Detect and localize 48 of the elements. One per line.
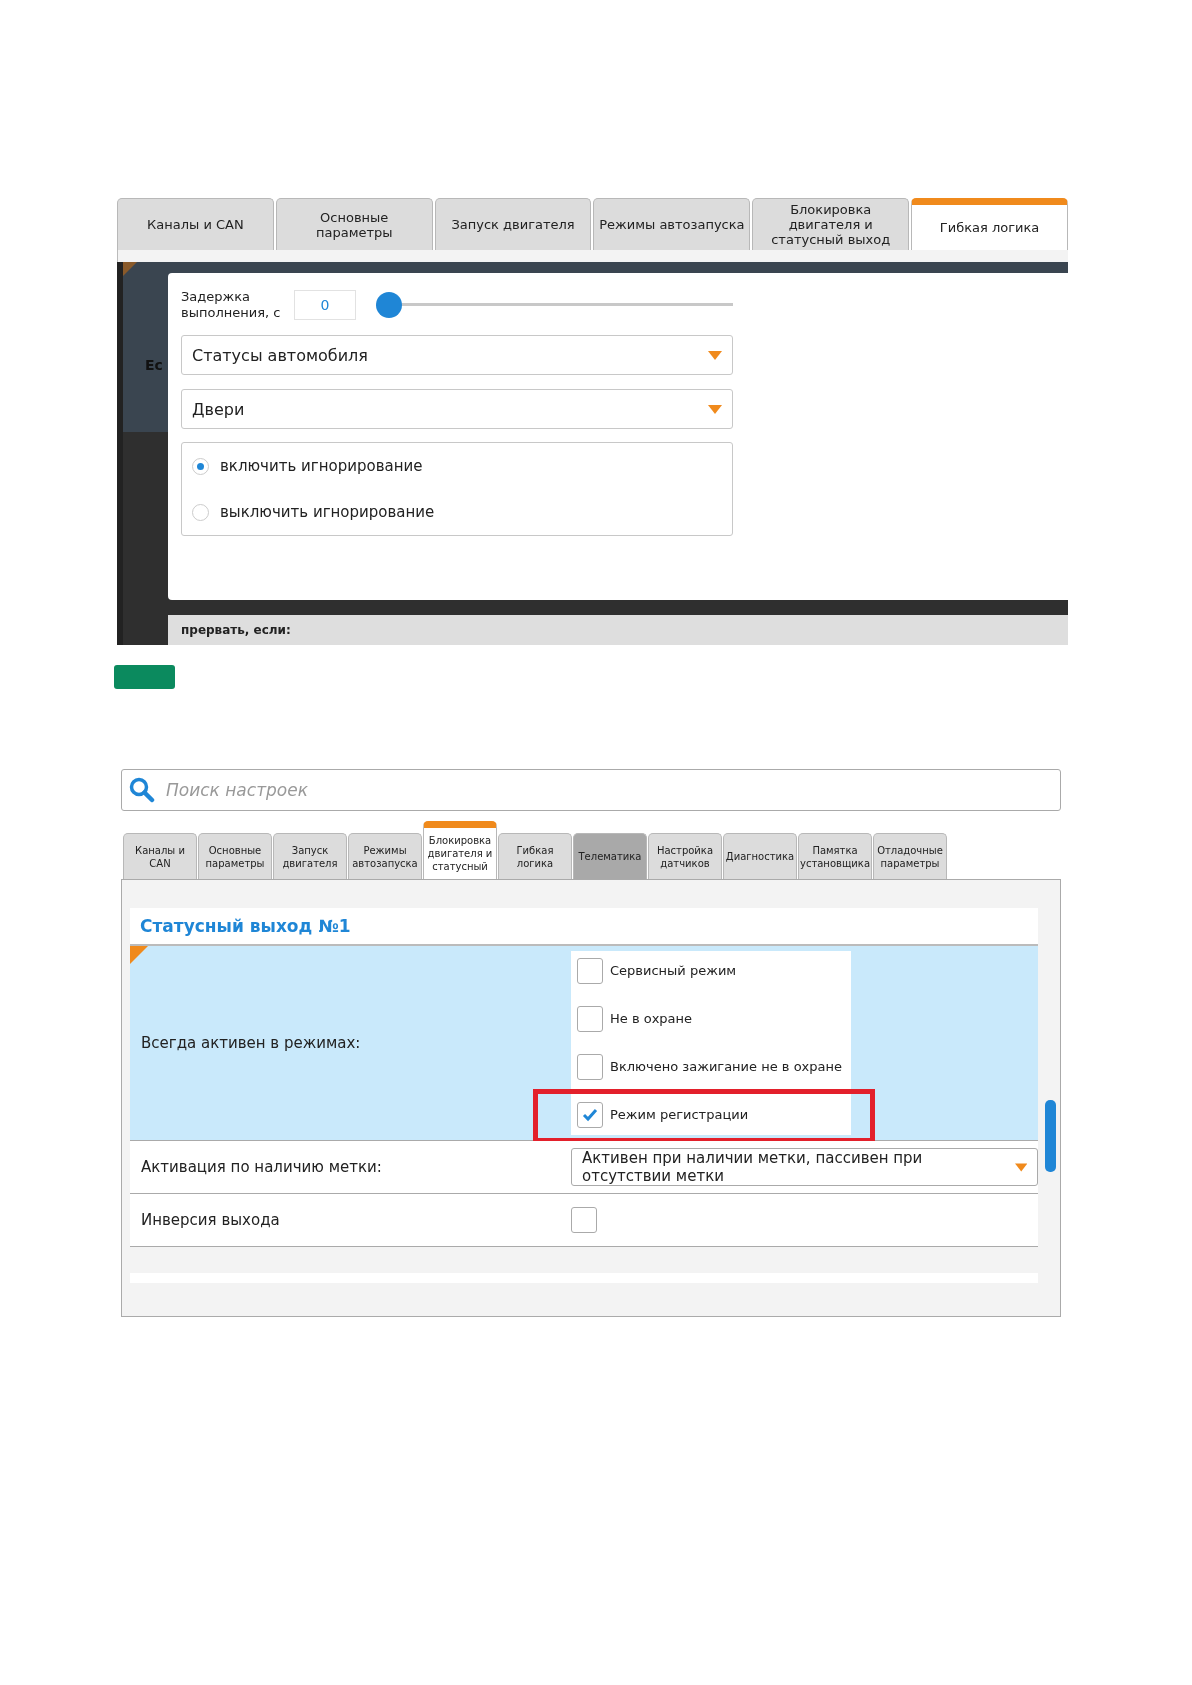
setting-label: Активация по наличию метки:: [140, 1158, 383, 1176]
caret-icon: [708, 350, 722, 360]
tab[interactable]: Гибкая логика: [911, 198, 1068, 250]
delay-label: Задержка выполнения, с: [181, 289, 282, 321]
caret-icon: [708, 404, 722, 414]
tab[interactable]: Гибкая логика: [498, 833, 572, 879]
tab[interactable]: Отладочные параметры: [873, 833, 947, 879]
tab[interactable]: Диагностика: [723, 833, 797, 879]
background-text: Ес: [145, 357, 163, 373]
radio-label[interactable]: включить игнорирование: [220, 457, 423, 475]
tab[interactable]: Блокировка двигателя и статусный: [423, 821, 497, 879]
checkbox-label[interactable]: Включено зажигание не в охране: [610, 1059, 842, 1075]
dropdown[interactable]: Двери: [181, 389, 733, 429]
checkbox[interactable]: [577, 1102, 603, 1128]
checkbox[interactable]: [577, 958, 603, 984]
slider-thumb[interactable]: [376, 292, 402, 318]
tab[interactable]: Каналы и CAN: [117, 198, 274, 250]
tab[interactable]: Основные параметры: [198, 833, 272, 879]
radio-label[interactable]: выключить игнорирование: [220, 503, 435, 521]
corner-marker: [123, 262, 137, 276]
caret-icon: [1014, 1162, 1027, 1172]
tab[interactable]: Основные параметры: [275, 198, 433, 250]
checkbox-label[interactable]: Режим регистрации: [610, 1107, 749, 1123]
tab[interactable]: Запуск двигателя: [273, 833, 347, 879]
setting-label: Всегда активен в режимах:: [140, 1034, 362, 1052]
search-icon: [129, 777, 155, 803]
tab[interactable]: Памятка установщика: [798, 833, 872, 879]
scrollbar[interactable]: [1045, 1100, 1056, 1172]
checkbox[interactable]: [577, 1006, 603, 1032]
dropdown[interactable]: Активен при наличии метки, пассивен при отсутствии метки: [571, 1148, 1038, 1186]
tab[interactable]: Режимы автозапуска: [348, 833, 422, 879]
checkbox[interactable]: [577, 1054, 603, 1080]
search-field[interactable]: Поиск настроек: [121, 769, 1061, 811]
checkbox-label[interactable]: Не в охране: [610, 1011, 693, 1027]
tab[interactable]: Запуск двигателя: [434, 198, 592, 250]
tab[interactable]: Каналы и CAN: [123, 833, 197, 879]
tab[interactable]: Настройка датчиков: [648, 833, 722, 879]
section-title: Статусный выход №1: [130, 908, 1038, 946]
checkbox[interactable]: [571, 1207, 597, 1233]
checkbox-label[interactable]: Сервисный режим: [610, 963, 737, 979]
corner-flag-icon: [130, 946, 148, 964]
condition-label: прервать, если:: [181, 623, 291, 637]
tab[interactable]: Режимы автозапуска: [593, 198, 751, 250]
tab[interactable]: Блокировка двигателя и статусный выход: [752, 198, 910, 250]
dropdown[interactable]: Статусы автомобиля: [181, 335, 733, 375]
delay-input[interactable]: 0: [294, 290, 356, 320]
setting-label: Инверсия выхода: [140, 1211, 281, 1229]
tab[interactable]: Телематика: [573, 833, 647, 879]
